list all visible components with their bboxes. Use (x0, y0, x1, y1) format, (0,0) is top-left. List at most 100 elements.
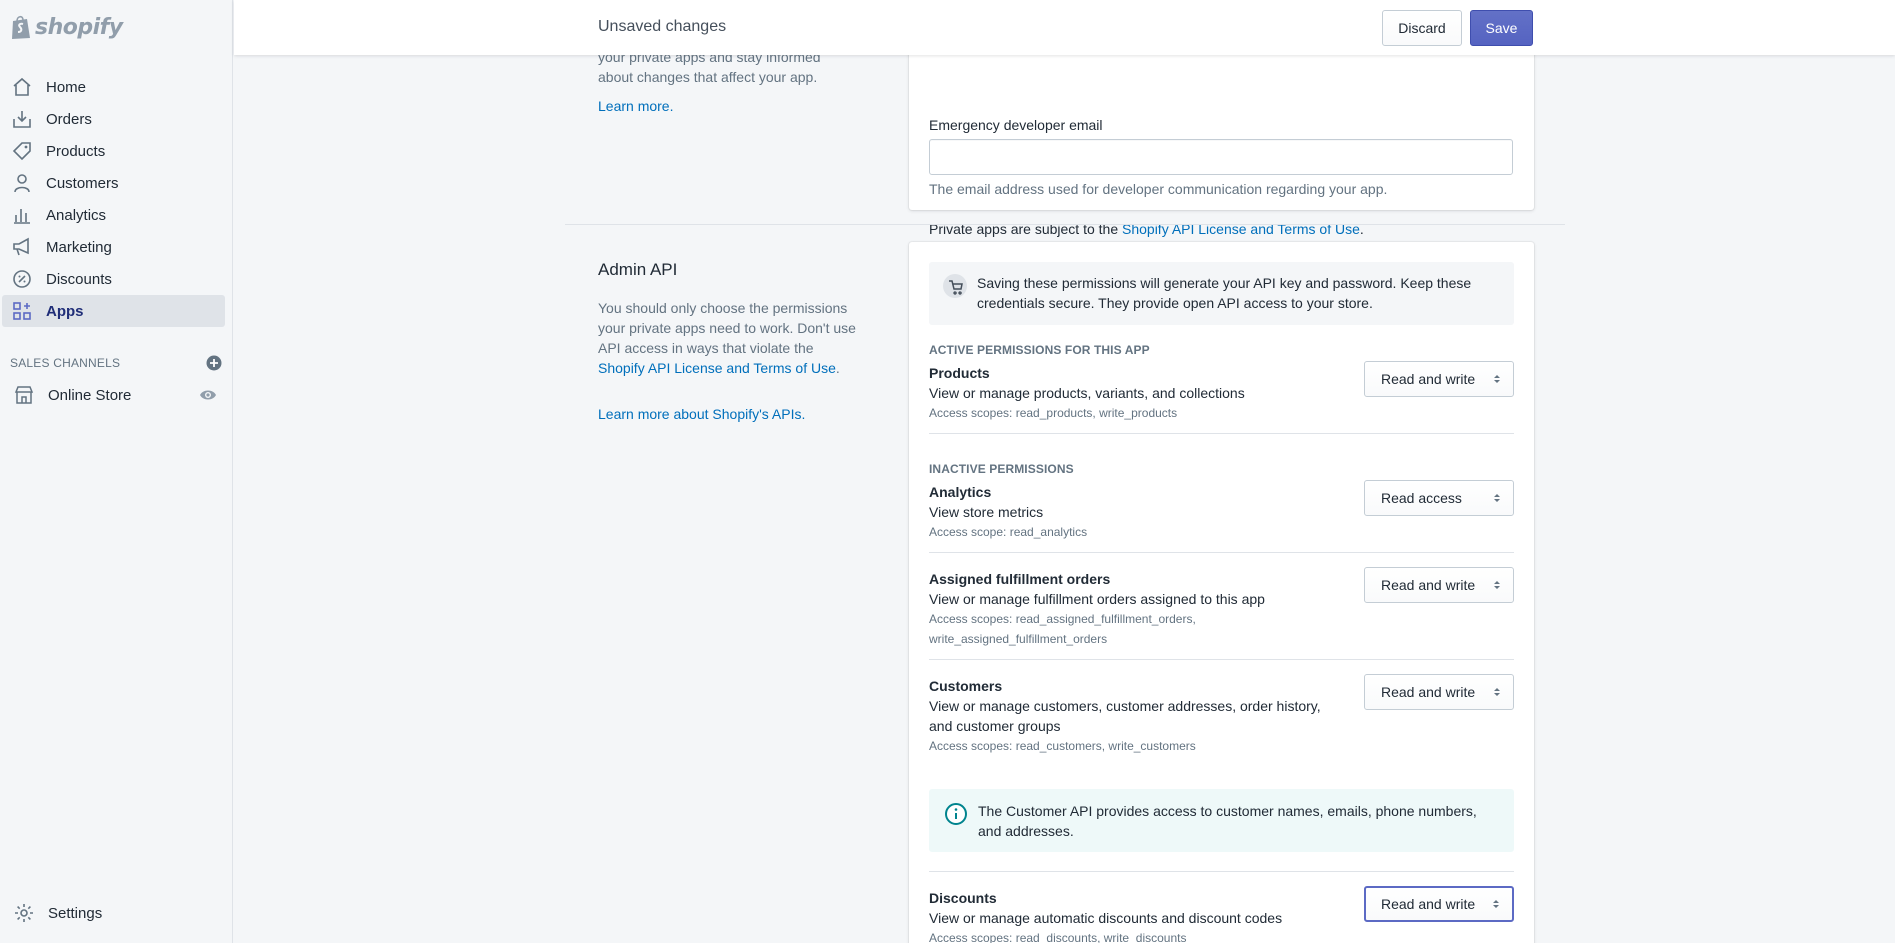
nav-item-home[interactable]: Home (2, 71, 225, 103)
contact-section-description: your private apps and stay informed abou… (598, 55, 821, 85)
megaphone-icon (10, 235, 34, 259)
sales-channels-title: SALES CHANNELS (10, 356, 121, 370)
admin-api-desc-text: You should only choose the permissions y… (598, 300, 856, 356)
nav-label: Settings (48, 904, 103, 922)
nav-item-apps[interactable]: Apps (2, 295, 225, 327)
person-icon (10, 171, 34, 195)
admin-api-description: You should only choose the permissions y… (598, 298, 858, 378)
main-content: your private apps and stay informed abou… (234, 55, 1895, 943)
permission-row-products: Products View or manage products, varian… (929, 361, 1514, 423)
nav-item-products[interactable]: Products (2, 135, 225, 167)
main-nav: Home Orders Products Customers Analytics (0, 71, 233, 327)
store-icon (12, 383, 36, 407)
nav-label: Orders (46, 110, 92, 128)
discounts-access-select[interactable]: Read and write (1364, 886, 1514, 922)
permission-row-analytics: Analytics View store metrics Access scop… (929, 480, 1514, 542)
orders-icon (10, 107, 34, 131)
permission-description: View store metrics (929, 504, 1044, 520)
sidebar: shopify Home Orders Products Customers A… (0, 0, 233, 943)
permission-description: View or manage fulfillment orders assign… (929, 591, 1265, 607)
nav-item-discounts[interactable]: Discounts (2, 263, 225, 295)
select-value: Read and write (1381, 896, 1476, 912)
nav-label: Discounts (46, 270, 112, 288)
separator (929, 433, 1514, 434)
select-value: Read and write (1381, 371, 1476, 387)
nav-item-customers[interactable]: Customers (2, 167, 225, 199)
add-channel-icon[interactable] (206, 355, 222, 371)
separator (929, 552, 1514, 553)
nav-label: Products (46, 142, 106, 160)
nav-label: Online Store (48, 386, 132, 404)
nav-label: Apps (46, 302, 84, 320)
select-value: Read and write (1381, 577, 1476, 593)
nav-item-marketing[interactable]: Marketing (2, 231, 225, 263)
permission-row-discounts: Discounts View or manage automatic disco… (929, 886, 1514, 943)
discard-button[interactable]: Discard (1382, 10, 1462, 46)
permission-description: View or manage products, variants, and c… (929, 385, 1245, 401)
select-arrows-icon (1493, 492, 1501, 504)
permission-description: View or manage automatic discounts and d… (929, 910, 1283, 926)
sales-channels-header: SALES CHANNELS (10, 355, 222, 371)
customer-api-notice: The Customer API provides access to cust… (929, 789, 1514, 852)
key-banner-icon (941, 273, 969, 314)
select-arrows-icon (1493, 373, 1501, 385)
permission-scope: Access scopes: read_products, write_prod… (929, 406, 1178, 420)
inactive-permissions-heading: INACTIVE PERMISSIONS (929, 462, 1074, 476)
unsaved-changes-title: Unsaved changes (598, 18, 727, 35)
apps-icon (10, 299, 34, 323)
home-icon (10, 75, 34, 99)
select-value: Read and write (1381, 684, 1476, 700)
nav-item-analytics[interactable]: Analytics (2, 199, 225, 231)
emergency-email-input[interactable] (929, 139, 1513, 175)
permission-scope: Access scopes: read_customers, write_cus… (929, 739, 1196, 753)
shopify-wordmark: shopify (35, 14, 123, 40)
permission-description: View or manage customers, customer addre… (929, 698, 1321, 734)
admin-api-desc-suffix: . (835, 360, 840, 376)
permission-scope: Access scopes: read_assigned_fulfillment… (929, 612, 1196, 646)
active-permissions-heading: ACTIVE PERMISSIONS FOR THIS APP (929, 343, 1150, 357)
contact-card: Emergency developer email The email addr… (909, 55, 1534, 237)
nav-label: Marketing (46, 238, 112, 256)
nav-label: Analytics (46, 206, 107, 224)
products-access-select[interactable]: Read and write (1364, 361, 1514, 397)
contextual-save-bar: Unsaved changes Discard Save (234, 0, 1895, 55)
discount-icon (10, 267, 34, 291)
shopify-logo[interactable]: shopify (10, 12, 123, 42)
gear-icon (12, 901, 36, 925)
nav-label: Home (46, 78, 87, 96)
customers-access-select[interactable]: Read and write (1364, 674, 1514, 710)
nav-label: Customers (46, 174, 119, 192)
select-arrows-icon (1493, 686, 1501, 698)
permission-row-assigned-fulfillment-orders: Assigned fulfillment orders View or mana… (929, 567, 1514, 649)
emergency-email-help: The email address used for developer com… (929, 181, 1388, 197)
nav-item-orders[interactable]: Orders (2, 103, 225, 135)
select-arrows-icon (1492, 898, 1500, 910)
save-button[interactable]: Save (1470, 10, 1533, 46)
admin-api-terms-link[interactable]: Shopify API License and Terms of Use (598, 360, 836, 376)
info-icon (942, 801, 970, 840)
view-store-eye-icon[interactable] (199, 388, 217, 402)
emergency-email-label: Emergency developer email (929, 117, 1103, 133)
permission-scope: Access scopes: read_discounts, write_dis… (929, 931, 1187, 943)
admin-api-card: Saving these permissions will generate y… (909, 242, 1534, 943)
separator (929, 871, 1514, 872)
select-arrows-icon (1493, 579, 1501, 591)
permission-row-customers: Customers View or manage customers, cust… (929, 674, 1514, 756)
customer-api-notice-text: The Customer API provides access to cust… (978, 803, 1477, 839)
learn-more-link[interactable]: Learn more. (598, 98, 673, 114)
learn-more-apis-link[interactable]: Learn more about Shopify's APIs. (598, 406, 805, 422)
shopify-bag-icon (12, 15, 30, 39)
api-key-banner: Saving these permissions will generate y… (929, 262, 1514, 325)
admin-api-title: Admin API (598, 260, 678, 279)
separator (929, 659, 1514, 660)
tag-icon (10, 139, 34, 163)
fulfillment-access-select[interactable]: Read and write (1364, 567, 1514, 603)
api-key-banner-text: Saving these permissions will generate y… (977, 275, 1472, 311)
nav-item-settings[interactable]: Settings (4, 897, 227, 929)
select-value: Read access (1381, 490, 1462, 506)
analytics-access-select[interactable]: Read access (1364, 480, 1514, 516)
nav-item-online-store[interactable]: Online Store (4, 379, 227, 411)
bar-chart-icon (10, 203, 34, 227)
permission-scope: Access scope: read_analytics (929, 525, 1088, 539)
section-divider (565, 224, 1565, 225)
